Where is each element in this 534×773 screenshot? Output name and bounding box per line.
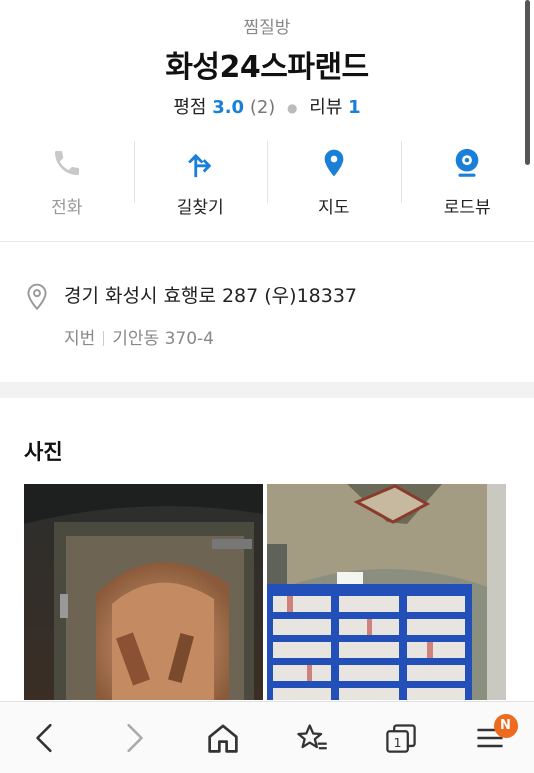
map-pin-icon [316, 145, 352, 181]
call-button[interactable]: 전화 [0, 133, 134, 233]
directions-label: 길찾기 [176, 198, 224, 218]
browser-bottom-bar: 1 N [0, 701, 534, 773]
directions-icon [182, 145, 218, 181]
lot-address: 기안동 370-4 [112, 329, 215, 349]
rating-count: (2) [249, 97, 276, 118]
place-title: 화성24스파랜드 [165, 50, 369, 85]
location-pin-icon [24, 282, 52, 316]
road-address[interactable]: 경기 화성시 효행로 287 (우)18337 [64, 282, 357, 310]
tabs-icon: 1 [385, 723, 416, 753]
photos-section: 사진 [0, 398, 534, 700]
home-icon [207, 724, 238, 753]
lot-address-row: 지번 기안동 370-4 [64, 324, 510, 349]
forward-button[interactable] [104, 708, 164, 768]
review-count[interactable]: 1 [348, 97, 361, 118]
photo-library-shelf[interactable] [267, 484, 506, 700]
back-button[interactable] [15, 708, 75, 768]
action-bar: 전화 길찾기 지도 로드뷰 [0, 133, 534, 233]
photo-sauna-entrance[interactable] [24, 484, 263, 700]
section-band [0, 382, 534, 398]
tabs-button[interactable]: 1 [371, 708, 431, 768]
forward-arrow-icon [126, 723, 143, 752]
call-label: 전화 [51, 198, 83, 218]
directions-button[interactable]: 길찾기 [133, 133, 268, 233]
lot-address-label: 지번 [64, 329, 96, 349]
roadview-button[interactable]: 로드뷰 [400, 133, 534, 233]
place-category: 찜질방 [243, 18, 291, 38]
photo-grid [24, 484, 510, 700]
road-address-row: 경기 화성시 효행로 287 (우)18337 [24, 282, 510, 316]
star-list-icon [296, 723, 327, 749]
place-header: 찜질방 화성24스파랜드 평점 3.0 (2) ● 리뷰 1 [0, 0, 534, 135]
rating-value[interactable]: 3.0 [212, 97, 244, 118]
address-section: 경기 화성시 효행로 287 (우)18337 지번 기안동 370-4 [0, 242, 534, 382]
tab-count: 1 [393, 735, 401, 750]
lot-separator [103, 331, 105, 346]
menu-button[interactable]: N [460, 708, 520, 768]
new-badge: N [493, 713, 518, 738]
back-arrow-icon [35, 723, 52, 752]
review-label: 리뷰 [309, 97, 343, 118]
photos-title: 사진 [24, 440, 63, 464]
phone-icon [49, 145, 85, 181]
roadview-label: 로드뷰 [443, 198, 491, 218]
separator-dot: ● [287, 101, 298, 115]
map-label: 지도 [318, 198, 350, 218]
bookmarks-button[interactable] [282, 708, 342, 768]
map-button[interactable]: 지도 [267, 133, 401, 233]
rating-summary: 평점 3.0 (2) ● 리뷰 1 [0, 94, 534, 122]
home-button[interactable] [193, 708, 253, 768]
rating-label: 평점 [173, 97, 207, 118]
roadview-icon [449, 145, 485, 181]
